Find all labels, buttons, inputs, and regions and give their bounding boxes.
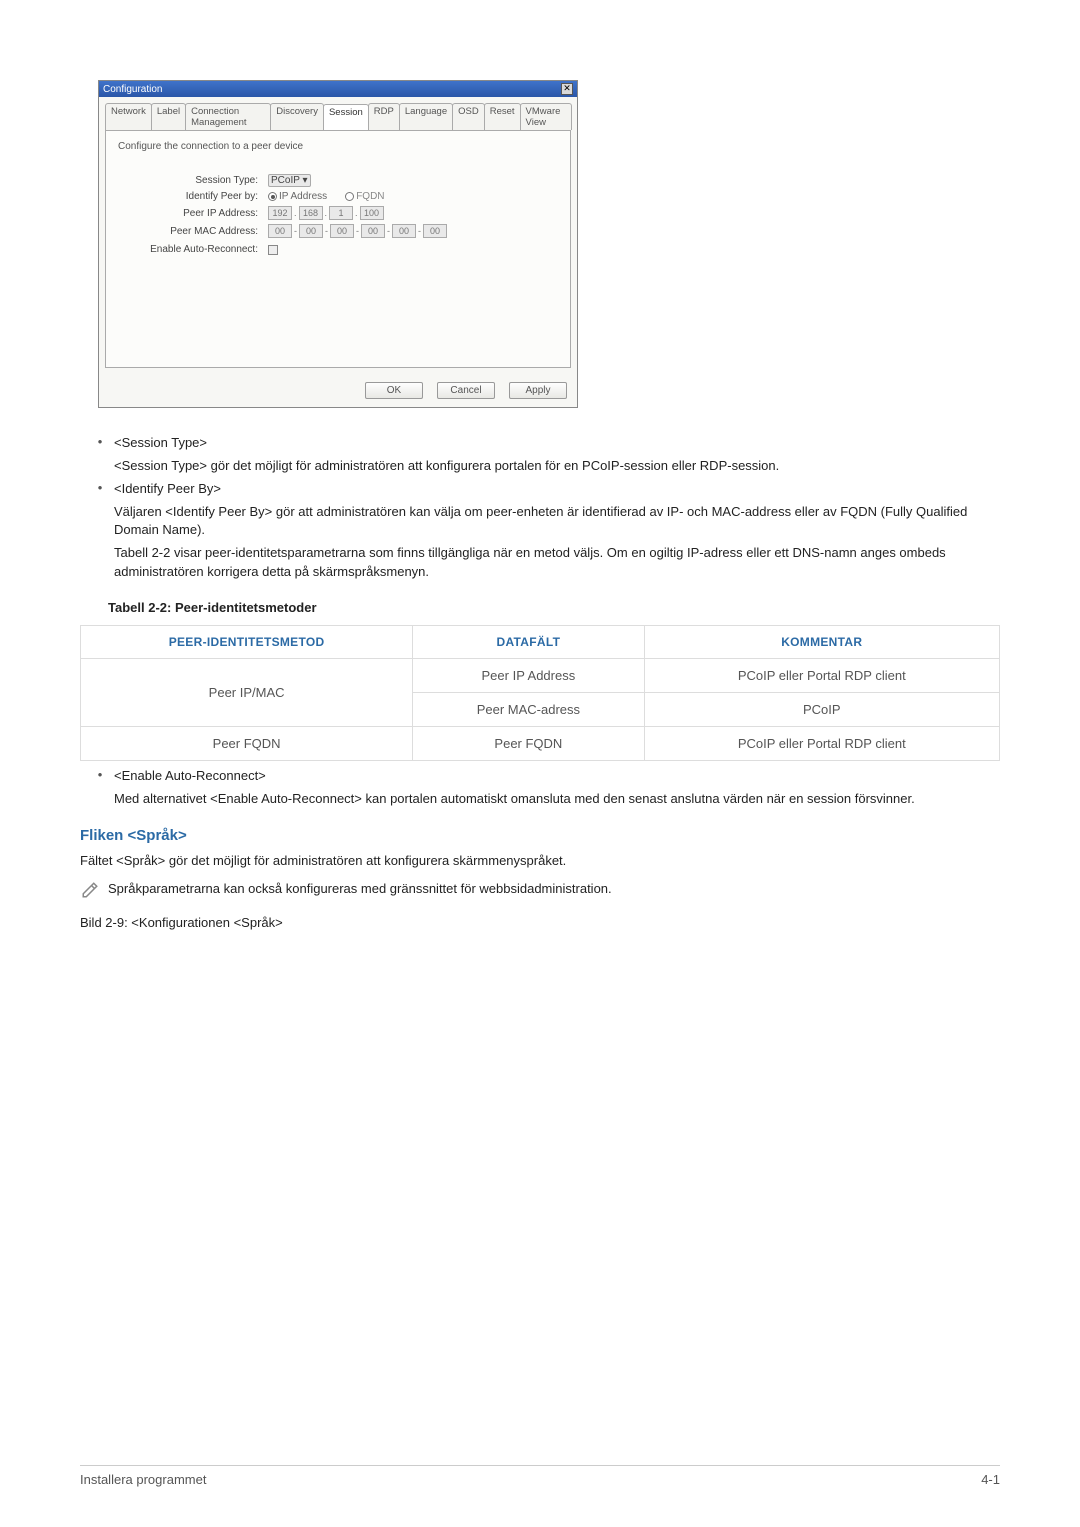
cell-field-3: Peer FQDN: [413, 726, 644, 760]
section-body-sprak: Fältet <Språk> gör det möjligt för admin…: [80, 852, 1000, 871]
apply-button[interactable]: Apply: [509, 382, 567, 399]
table-row: Peer FQDN Peer FQDN PCoIP eller Portal R…: [81, 726, 1000, 760]
tab-body: Configure the connection to a peer devic…: [105, 130, 571, 368]
bullet-identify-body2: Tabell 2-2 visar peer-identitetsparametr…: [114, 544, 1000, 582]
after-table-bullets: • <Enable Auto-Reconnect> Med alternativ…: [86, 767, 1000, 809]
close-icon[interactable]: ✕: [561, 83, 573, 95]
note-text: Språkparametrarna kan också konfigureras…: [108, 880, 612, 899]
label-peer-mac: Peer MAC Address:: [118, 226, 268, 237]
radio-fqdn[interactable]: [345, 192, 354, 201]
ok-button[interactable]: OK: [365, 382, 423, 399]
row-session-type: Session Type: PCoIP ▾: [118, 174, 558, 187]
radio-ip-address[interactable]: [268, 192, 277, 201]
cell-field-2: Peer MAC-adress: [413, 692, 644, 726]
row-identify-peer: Identify Peer by: IP Address FQDN: [118, 191, 558, 202]
tab-strip: Network Label Connection Management Disc…: [99, 97, 577, 130]
tab-vmware-view[interactable]: VMware View: [520, 103, 572, 130]
th-datafield: DATAFÄLT: [413, 625, 644, 658]
peer-ip-field[interactable]: 192. 168. 1. 100: [268, 206, 384, 220]
select-session-type[interactable]: PCoIP ▾: [268, 174, 311, 187]
tab-description: Configure the connection to a peer devic…: [118, 141, 558, 152]
cancel-button[interactable]: Cancel: [437, 382, 495, 399]
footer-left: Installera programmet: [80, 1472, 206, 1487]
dialog-button-row: OK Cancel Apply: [99, 374, 577, 407]
tab-language[interactable]: Language: [399, 103, 453, 130]
bullet-marker: •: [86, 434, 114, 453]
note-row: Språkparametrarna kan också konfigureras…: [80, 880, 1000, 900]
section-heading-sprak: Fliken <Språk>: [80, 827, 1000, 844]
label-auto-reconnect: Enable Auto-Reconnect:: [118, 244, 268, 255]
label-identify-peer: Identify Peer by:: [118, 191, 268, 202]
tab-session[interactable]: Session: [323, 104, 369, 131]
note-icon: [80, 880, 100, 900]
cell-comment-1: PCoIP eller Portal RDP client: [644, 658, 999, 692]
dialog-titlebar: Configuration ✕: [99, 81, 577, 97]
footer-right: 4-1: [981, 1472, 1000, 1487]
cell-method-1: Peer IP/MAC: [81, 658, 413, 726]
cell-field-1: Peer IP Address: [413, 658, 644, 692]
label-session-type: Session Type:: [118, 175, 268, 186]
cell-method-3: Peer FQDN: [81, 726, 413, 760]
configuration-dialog: Configuration ✕ Network Label Connection…: [98, 80, 578, 408]
peer-mac-field[interactable]: 00- 00- 00- 00- 00- 00: [268, 224, 447, 238]
tab-osd[interactable]: OSD: [452, 103, 485, 130]
bullet-marker: •: [86, 480, 114, 499]
th-comment: KOMMENTAR: [644, 625, 999, 658]
dialog-title: Configuration: [103, 84, 162, 95]
row-peer-ip: Peer IP Address: 192. 168. 1. 100: [118, 206, 558, 220]
row-peer-mac: Peer MAC Address: 00- 00- 00- 00- 00- 00: [118, 224, 558, 238]
row-auto-reconnect: Enable Auto-Reconnect:: [118, 244, 558, 255]
bullet-autoreconnect-body: Med alternativet <Enable Auto-Reconnect>…: [114, 790, 1000, 809]
label-peer-ip: Peer IP Address:: [118, 208, 268, 219]
figure-caption: Bild 2-9: <Konfigurationen <Språk>: [80, 914, 1000, 933]
checkbox-auto-reconnect[interactable]: [268, 245, 278, 255]
cell-comment-2: PCoIP: [644, 692, 999, 726]
tab-reset[interactable]: Reset: [484, 103, 521, 130]
peer-identity-table: PEER-IDENTITETSMETOD DATAFÄLT KOMMENTAR …: [80, 625, 1000, 761]
bullet-list: • <Session Type> <Session Type> gör det …: [86, 434, 1000, 582]
th-method: PEER-IDENTITETSMETOD: [81, 625, 413, 658]
tab-rdp[interactable]: RDP: [368, 103, 400, 130]
tab-discovery[interactable]: Discovery: [270, 103, 324, 130]
bullet-session-type-body: <Session Type> gör det möjligt för admin…: [114, 457, 1000, 476]
radio-ip-label: IP Address: [279, 191, 327, 202]
bullet-session-type-title: <Session Type>: [114, 434, 1000, 453]
bullet-autoreconnect-title: <Enable Auto-Reconnect>: [114, 767, 1000, 786]
radio-fqdn-label: FQDN: [356, 191, 384, 202]
bullet-identify-body1: Väljaren <Identify Peer By> gör att admi…: [114, 503, 1000, 541]
table-row: Peer IP/MAC Peer IP Address PCoIP eller …: [81, 658, 1000, 692]
tab-network[interactable]: Network: [105, 103, 152, 130]
bullet-identify-title: <Identify Peer By>: [114, 480, 1000, 499]
table-caption: Tabell 2-2: Peer-identitetsmetoder: [108, 600, 1000, 615]
bullet-marker: •: [86, 767, 114, 786]
page-footer: Installera programmet 4-1: [80, 1465, 1000, 1487]
cell-comment-3: PCoIP eller Portal RDP client: [644, 726, 999, 760]
tab-label[interactable]: Label: [151, 103, 186, 130]
tab-connection-management[interactable]: Connection Management: [185, 103, 271, 130]
